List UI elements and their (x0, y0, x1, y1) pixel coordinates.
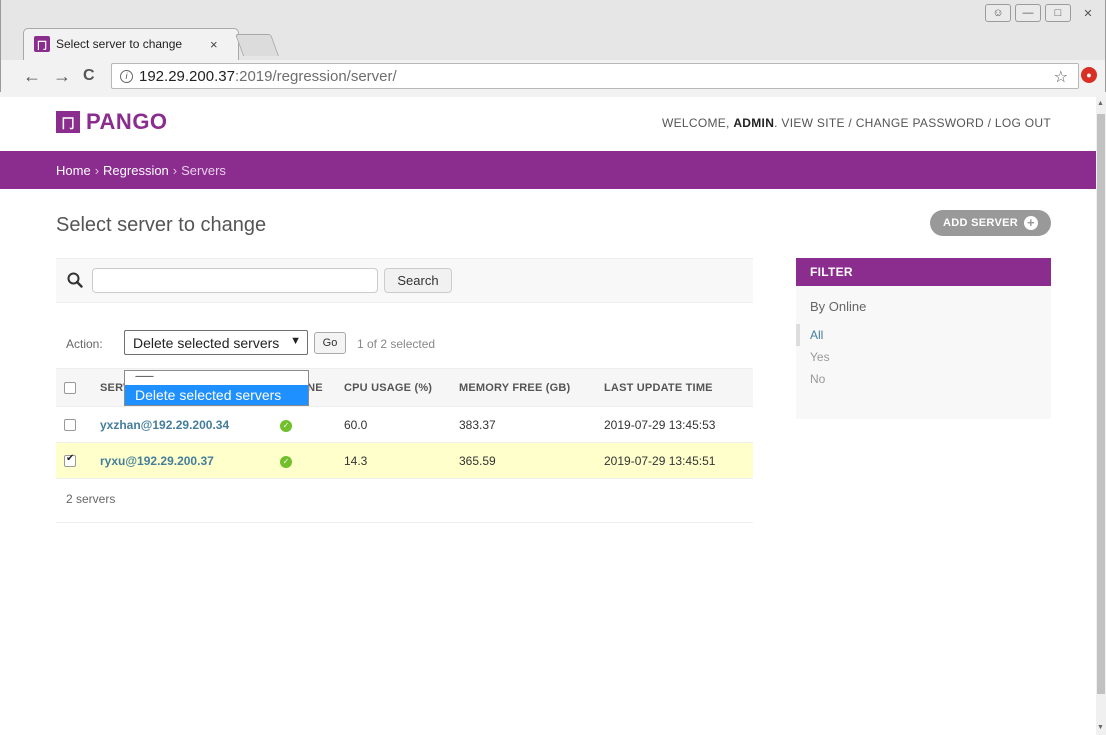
tab-title: Select server to change (56, 37, 183, 51)
maximize-icon[interactable]: □ (1045, 4, 1071, 22)
address-bar[interactable]: i 192.29.200.37:2019/regression/server/ … (111, 63, 1079, 89)
search-toolbar: Search (56, 258, 753, 303)
memory-cell: 383.37 (451, 406, 596, 443)
select-all-cell (56, 368, 92, 407)
new-tab-button[interactable] (234, 34, 280, 56)
filter-panel: FILTER By Online All Yes No (796, 258, 1051, 419)
browser-chrome: 冂 Select server to change × ☺ — □ ✕ ← → … (0, 0, 1106, 97)
tab-close-icon[interactable]: × (210, 37, 218, 52)
actions-bar: Action: Delete selected servers ▼ Go 1 o… (56, 327, 753, 359)
admin-page: 冂 PANGO WELCOME, ADMIN. VIEW SITE / CHAN… (0, 97, 1096, 735)
scroll-down-icon[interactable]: ▼ (1097, 724, 1104, 731)
add-server-label: ADD SERVER (943, 217, 1018, 229)
reload-icon[interactable]: C (83, 66, 95, 86)
scroll-up-icon[interactable]: ▲ (1097, 100, 1104, 107)
select-all-checkbox[interactable] (64, 381, 76, 394)
online-check-icon: ✓ (280, 455, 292, 468)
action-counter: 1 of 2 selected (357, 337, 436, 351)
plus-icon: + (1023, 216, 1038, 230)
filter-item-no[interactable]: No (796, 368, 1051, 390)
table-row: ryxu@192.29.200.37 ✓ 14.3 365.59 2019-07… (56, 442, 753, 479)
username: ADMIN (733, 116, 775, 130)
page-title: Select server to change (56, 214, 267, 236)
row-checkbox[interactable] (64, 419, 76, 432)
forward-icon[interactable]: → (53, 66, 71, 86)
column-header-updated[interactable]: LAST UPDATE TIME (596, 368, 753, 407)
memory-cell: 365.59 (451, 442, 596, 479)
search-icon (67, 272, 83, 288)
row-select-cell (56, 442, 92, 479)
user-links[interactable]: . VIEW SITE / CHANGE PASSWORD / LOG OUT (774, 116, 1051, 130)
filter-item-yes[interactable]: Yes (796, 346, 1051, 368)
search-button[interactable]: Search (384, 268, 452, 293)
brand[interactable]: 冂 PANGO (56, 109, 168, 135)
info-icon[interactable]: i (120, 69, 133, 83)
brand-logo-icon: 冂 (56, 111, 80, 133)
bookmark-star-icon[interactable]: ☆ (1054, 67, 1068, 87)
browser-toolbar: ← → C i 192.29.200.37:2019/regression/se… (0, 60, 1106, 92)
browser-tab-content[interactable]: 冂 Select server to change × (34, 30, 234, 58)
scrollbar-thumb[interactable] (1097, 114, 1105, 694)
server-cell: ryxu@192.29.200.37 (92, 442, 272, 479)
dropdown-option-delete[interactable]: Delete selected servers (125, 385, 308, 405)
close-window-icon[interactable]: ✕ (1075, 4, 1101, 22)
extension-icon[interactable]: ● (1081, 67, 1097, 83)
tab-strip: 冂 Select server to change × ☺ — □ ✕ (0, 0, 1106, 60)
online-check-icon: ✓ (280, 419, 292, 432)
minimize-icon[interactable]: — (1015, 4, 1041, 22)
go-button[interactable]: Go (314, 332, 346, 354)
user-profile-icon[interactable]: ☺ (985, 4, 1011, 22)
paginator: 2 servers (56, 475, 753, 523)
dropdown-option-blank[interactable]: --------- (125, 371, 308, 385)
dropdown-caret-icon: ▼ (290, 335, 301, 347)
row-checkbox[interactable] (64, 453, 76, 468)
column-header-memory[interactable]: MEMORY FREE (GB) (451, 368, 596, 407)
site-header: 冂 PANGO WELCOME, ADMIN. VIEW SITE / CHAN… (0, 97, 1096, 151)
server-link[interactable]: ryxu@192.29.200.37 (100, 454, 214, 468)
updated-cell: 2019-07-29 13:45:53 (596, 406, 753, 443)
breadcrumb-separator: › (172, 162, 178, 178)
row-select-cell (56, 406, 92, 443)
add-server-button[interactable]: ADD SERVER + (930, 210, 1051, 236)
action-dropdown-menu: --------- Delete selected servers (124, 370, 309, 406)
updated-cell: 2019-07-29 13:45:51 (596, 442, 753, 479)
filter-title: FILTER (796, 258, 1051, 286)
window-controls: ☺ — □ ✕ (985, 4, 1101, 22)
search-input[interactable] (92, 268, 378, 293)
brand-name: PANGO (86, 109, 168, 134)
breadcrumb-current: Servers (181, 162, 226, 178)
server-link[interactable]: yxzhan@192.29.200.34 (100, 418, 229, 432)
breadcrumb-home[interactable]: Home (56, 163, 91, 178)
breadcrumb-app[interactable]: Regression (103, 163, 169, 178)
filter-subtitle: By Online (810, 299, 867, 314)
favicon-icon: 冂 (34, 36, 50, 52)
cpu-cell: 60.0 (336, 406, 451, 443)
result-count: 2 servers (66, 492, 116, 506)
server-cell: yxzhan@192.29.200.34 (92, 406, 272, 443)
filter-item-all[interactable]: All (796, 324, 1051, 346)
user-tools: WELCOME, ADMIN. VIEW SITE / CHANGE PASSW… (662, 116, 1051, 130)
breadcrumb-separator: › (94, 162, 100, 178)
online-cell: ✓ (272, 442, 336, 479)
table-row: yxzhan@192.29.200.34 ✓ 60.0 383.37 2019-… (56, 406, 753, 443)
back-icon[interactable]: ← (23, 66, 41, 86)
column-header-cpu[interactable]: CPU USAGE (%) (336, 368, 451, 407)
action-select-value: Delete selected servers (133, 334, 280, 351)
url-path: :2019/regression/server/ (234, 67, 397, 85)
cpu-cell: 14.3 (336, 442, 451, 479)
action-label: Action: (66, 337, 103, 351)
online-cell: ✓ (272, 406, 336, 443)
welcome-text: WELCOME, (661, 116, 734, 130)
action-select[interactable]: Delete selected servers ▼ (124, 330, 308, 355)
url-host: 192.29.200.37 (139, 67, 235, 85)
breadcrumb: Home › Regression › Servers (0, 151, 1096, 189)
